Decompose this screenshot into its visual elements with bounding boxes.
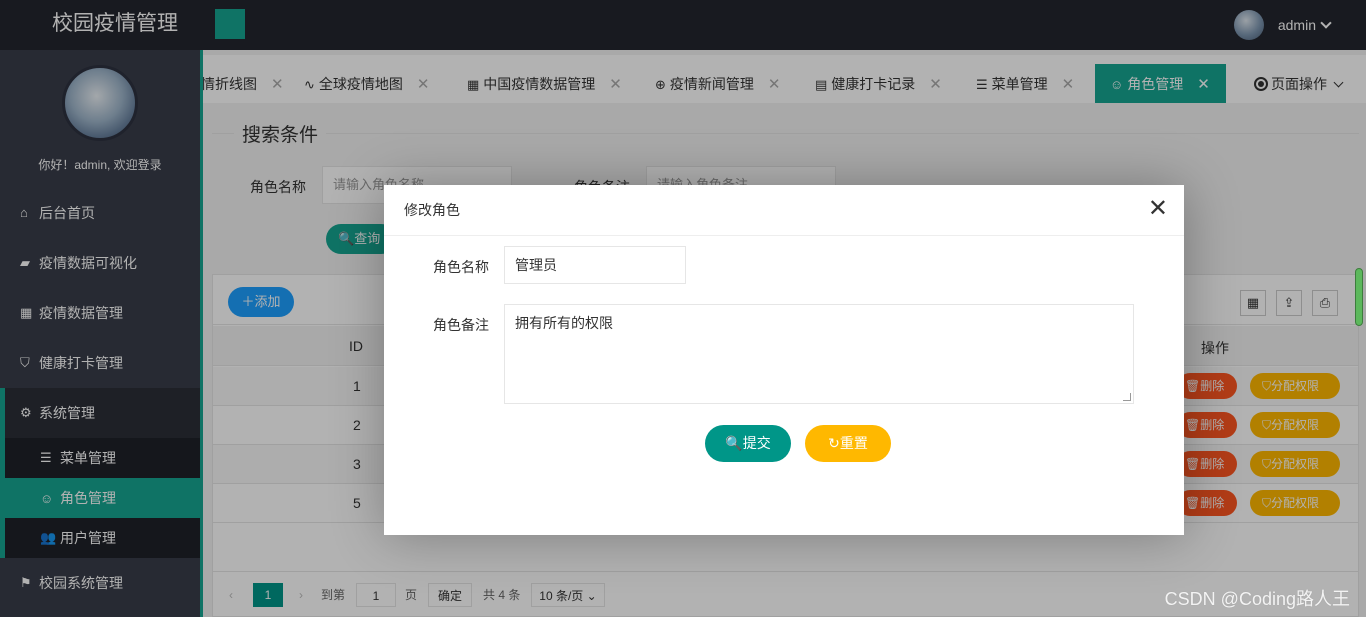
role-note-textarea[interactable]: 拥有所有的权限 (504, 304, 1134, 404)
page-scrollbar[interactable] (1355, 268, 1363, 326)
submit-label: 提交 (742, 435, 771, 451)
role-note-field-label: 角色备注 (433, 317, 489, 333)
reset-label: 重置 (839, 435, 868, 451)
edit-role-dialog: 修改角色 ✕ 角色名称 管理员 角色备注 拥有所有的权限 🔍提交 ↻重置 (384, 185, 1184, 535)
close-icon[interactable]: ✕ (1148, 197, 1168, 221)
watermark: CSDN @Coding路人王 (1164, 589, 1350, 609)
search-icon: 🔍 (725, 435, 743, 451)
role-note-value: 拥有所有的权限 (515, 315, 613, 331)
resize-handle[interactable] (1123, 393, 1131, 401)
role-name-field[interactable]: 管理员 (504, 246, 686, 284)
refresh-icon: ↻ (828, 435, 840, 451)
submit-button[interactable]: 🔍提交 (705, 425, 791, 462)
reset-button[interactable]: ↻重置 (805, 425, 891, 462)
dialog-title: 修改角色 (384, 185, 1184, 236)
role-name-field-label: 角色名称 (433, 259, 489, 275)
